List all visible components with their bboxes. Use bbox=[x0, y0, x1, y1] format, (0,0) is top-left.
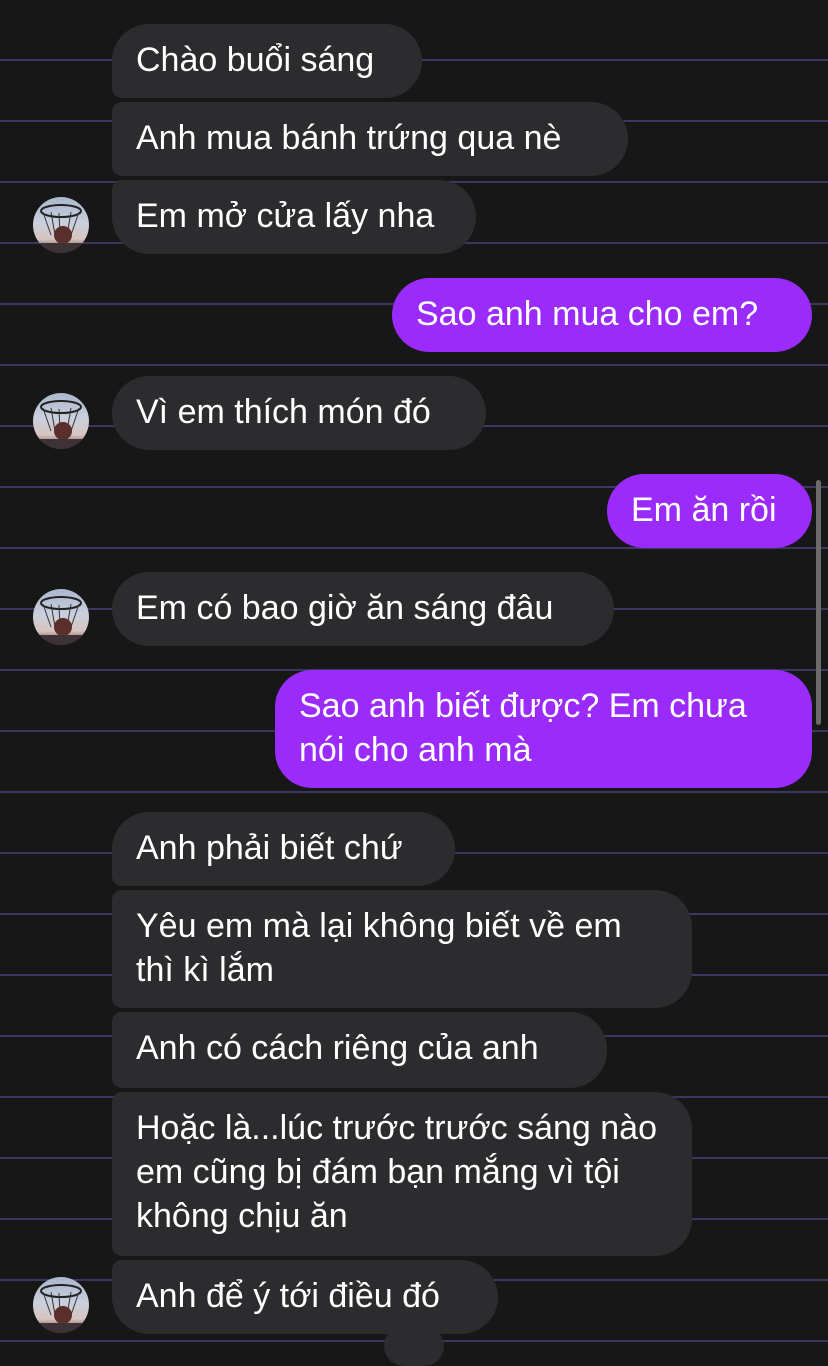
message-outgoing[interactable]: Em ăn rồi bbox=[607, 474, 812, 548]
message-incoming[interactable]: Vì em thích món đó bbox=[112, 376, 486, 450]
contact-avatar-icon[interactable] bbox=[33, 393, 89, 449]
message-incoming[interactable]: Em có bao giờ ăn sáng đâu bbox=[112, 572, 614, 646]
message-incoming[interactable]: Anh để ý tới điều đó bbox=[112, 1260, 498, 1334]
contact-avatar-icon[interactable] bbox=[33, 1277, 89, 1333]
message-outgoing[interactable]: Sao anh mua cho em? bbox=[392, 278, 812, 352]
message-incoming[interactable]: Anh có cách riêng của anh bbox=[112, 1012, 607, 1088]
contact-avatar-icon[interactable] bbox=[33, 589, 89, 645]
message-incoming[interactable]: Chào buổi sáng bbox=[112, 24, 422, 98]
message-incoming[interactable]: Anh phải biết chứ bbox=[112, 812, 455, 886]
message-incoming[interactable]: Hoặc là...lúc trước trước sáng nào em cũ… bbox=[112, 1092, 692, 1256]
message-incoming[interactable]: Yêu em mà lại không biết về em thì kì lắ… bbox=[112, 890, 692, 1008]
scrollbar[interactable] bbox=[816, 480, 821, 725]
message-outgoing[interactable]: Sao anh biết được? Em chưa nói cho anh m… bbox=[275, 670, 812, 788]
message-incoming[interactable]: Anh mua bánh trứng qua nè bbox=[112, 102, 628, 176]
typing-indicator bbox=[384, 1326, 444, 1366]
message-incoming[interactable]: Em mở cửa lấy nha bbox=[112, 180, 476, 254]
contact-avatar-icon[interactable] bbox=[33, 197, 89, 253]
